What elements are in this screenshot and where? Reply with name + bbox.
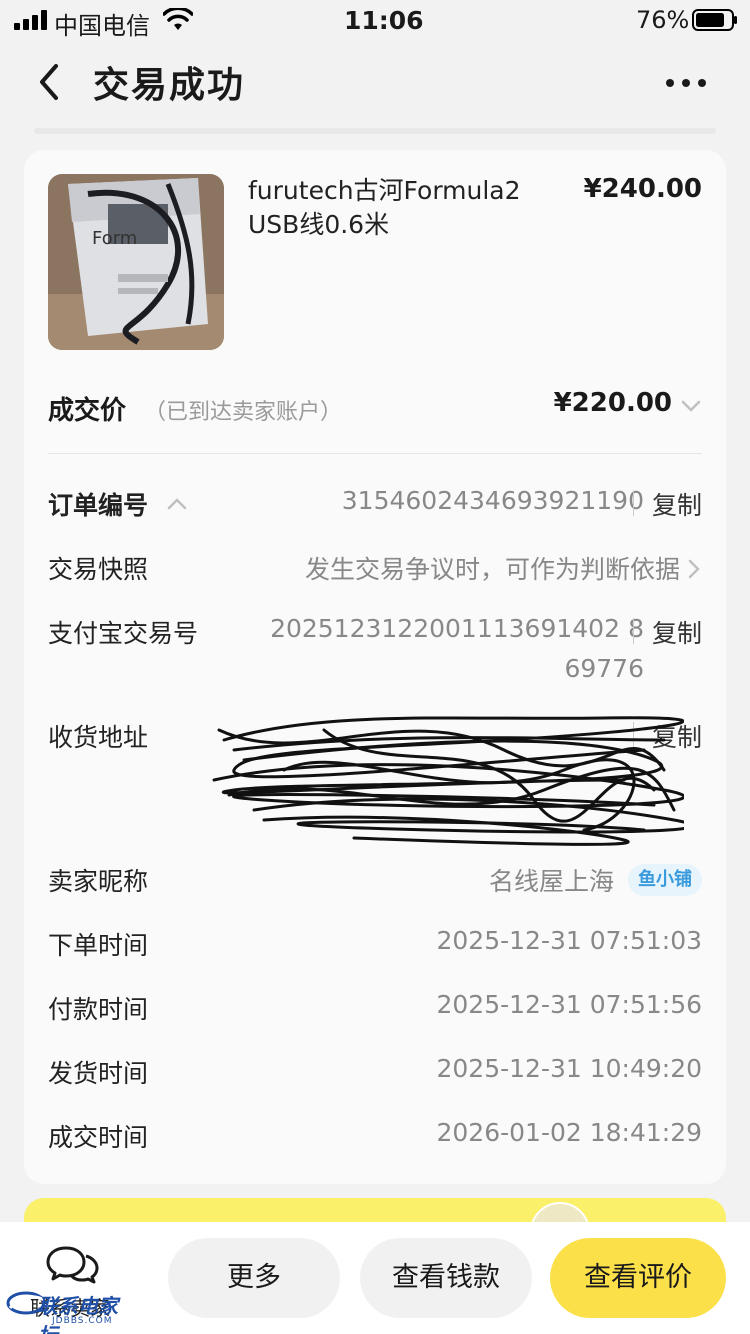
alipay-trade-number-row: 支付宝交易号 2025123122001113691402 8 69776 复制 [48,614,702,694]
deal-time-value: 2026-01-02 18:41:29 [436,1118,702,1147]
more-button[interactable]: 更多 [168,1238,340,1318]
svg-text:Form: Form [92,228,137,249]
payment-time-value: 2025-12-31 07:51:56 [436,990,702,1019]
deal-price-value: ¥220.00 [553,388,672,418]
trade-snapshot-hint: 发生交易争议时，可作为判断依据 [304,555,680,584]
watermark-text: 联系电家坛 [38,1294,118,1334]
trade-snapshot-row[interactable]: 交易快照 发生交易争议时，可作为判断依据 [48,550,702,590]
battery-percentage: 76% [636,6,690,34]
copy-alipay-number-button[interactable]: 复制 [652,614,702,650]
shipping-time-value: 2025-12-31 10:49:20 [436,1054,702,1083]
alipay-trade-number-label: 支付宝交易号 [48,619,199,648]
seller-nickname-value[interactable]: 名线屋上海 [489,862,614,898]
chevron-up-icon[interactable] [166,496,188,512]
payment-time-row: 付款时间 2025-12-31 07:51:56 [48,990,702,1030]
order-detail-page: 中国电信 11:06 76% 交易成功 Form furutech古河Formu… [0,0,750,1334]
payment-time-label: 付款时间 [48,995,149,1024]
deal-price-note: （已到达卖家账户） [144,400,343,425]
order-number-value: 3154602434693921190 [341,486,644,515]
navigation-bar: 交易成功 [0,40,750,126]
shipping-time-row: 发货时间 2025-12-31 10:49:20 [48,1054,702,1094]
order-time-label: 下单时间 [48,931,149,960]
trade-snapshot-label: 交易快照 [48,555,149,584]
deal-time-label: 成交时间 [48,1123,149,1152]
copy-separator [633,618,634,644]
product-title[interactable]: furutech古河Formula2 USB线0.6米 [248,174,548,242]
page-title: 交易成功 [93,65,246,106]
watermark-subtext: JDBBS.COM [52,1316,113,1326]
deal-price-label: 成交价 [48,396,127,426]
clock-time: 11:06 [344,6,424,35]
deal-time-row: 成交时间 2026-01-02 18:41:29 [48,1118,702,1158]
chat-bubble-icon[interactable] [46,1244,100,1284]
carrier-name: 中国电信 [54,12,150,40]
view-funds-button[interactable]: 查看钱款 [360,1238,532,1318]
divider [48,453,702,454]
wifi-icon [163,8,193,30]
shipping-time-label: 发货时间 [48,1059,149,1088]
seller-shop-badge: 鱼小铺 [628,864,702,896]
view-review-button[interactable]: 查看评价 [550,1238,726,1318]
status-bar: 中国电信 11:06 76% [0,0,750,40]
product-price: ¥240.00 [583,174,702,204]
copy-separator [633,490,634,516]
back-arrow-icon[interactable] [30,60,70,104]
order-card: Form furutech古河Formula2 USB线0.6米 ¥240.00… [24,150,726,1184]
product-image[interactable]: Form [48,174,224,350]
copy-order-number-button[interactable]: 复制 [652,486,702,522]
alipay-trade-number-line1: 2025123122001113691402 [270,614,620,643]
chevron-down-icon [681,400,701,412]
deal-price-row[interactable]: 成交价 （已到达卖家账户） ¥220.00 [48,386,702,426]
order-number-row: 订单编号 3154602434693921190 复制 [48,486,702,526]
chevron-right-icon [688,559,700,579]
order-number-label: 订单编号 [48,491,149,520]
shipping-address-label: 收货地址 [48,723,149,752]
seller-nickname-row: 卖家昵称 名线屋上海 鱼小铺 [48,862,702,902]
order-time-row: 下单时间 2025-12-31 07:51:03 [48,926,702,966]
more-options-icon[interactable] [664,68,708,98]
signal-icon [14,10,47,30]
order-time-value: 2025-12-31 07:51:03 [436,926,702,955]
alipay-trade-number-line1-end: 8 [628,614,644,643]
seller-nickname-label: 卖家昵称 [48,867,149,896]
forum-watermark-logo: 联系电家坛 JDBBS.COM [6,1284,136,1334]
battery-icon [692,9,737,31]
redaction-scribble [212,716,684,846]
nav-divider [34,128,716,134]
alipay-trade-number-line2: 69776 [564,654,644,683]
product-photo-icon: Form [48,174,224,350]
